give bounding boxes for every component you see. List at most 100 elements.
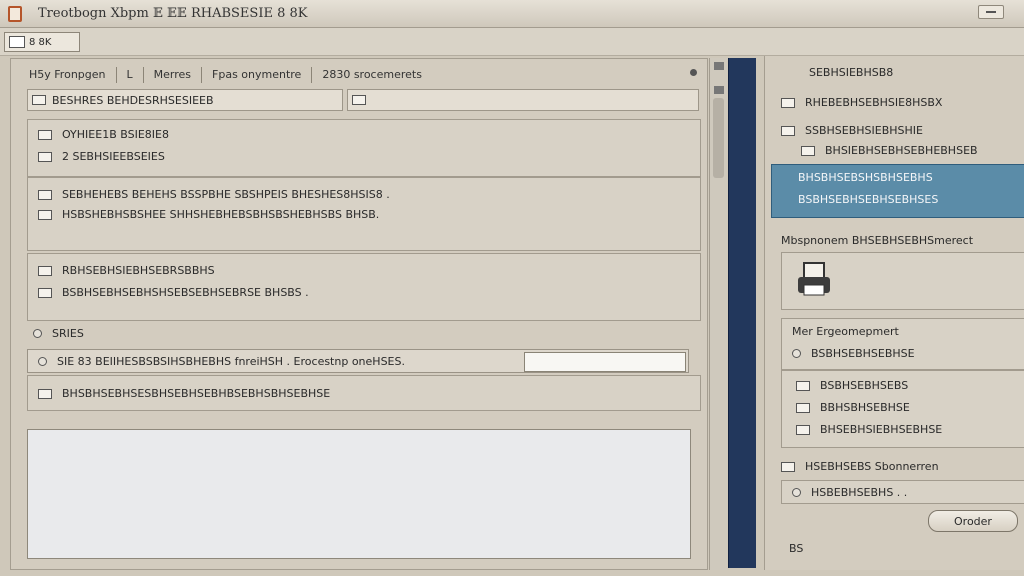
document-icon: [352, 95, 366, 105]
settings-group-2: SEBHEHEBS BEHEHS BSSPBHE SBSHPEIS BHESHE…: [27, 177, 701, 251]
toolbar-button[interactable]: 8 8K: [4, 32, 80, 52]
footer-text: BS: [789, 542, 804, 555]
merge-title-row: Mer Ergeomepmert: [792, 325, 899, 338]
tab-0[interactable]: H5y Fronpgen: [19, 67, 116, 83]
selected-label-1: BHSBHSEBSHSBHSEBHS: [798, 171, 933, 184]
merge-option-label: BSBHSEBHSEBHSE: [811, 347, 915, 360]
panel-header-text: SEBHSIEBHSB8: [809, 66, 894, 79]
text-input[interactable]: [524, 352, 686, 372]
vertical-scrollbar[interactable]: [709, 58, 727, 570]
list-item[interactable]: BBHSBHSEBHSE: [796, 401, 910, 414]
preview-box: [781, 252, 1024, 310]
divider-label: Mbspnonem BHSEBHSEBHSmerect: [781, 234, 973, 247]
selected-item[interactable]: BHSBHSEBSHSBHSEBHS BSBHSEBHSEBHSEBHSES: [771, 164, 1024, 218]
option-label: BSBHSEBHSEBHSHSEBSEBHSEBRSE BHSBS .: [62, 286, 309, 299]
tab-1[interactable]: L: [115, 67, 143, 83]
settings-group-3: RBHSEBHSIEBHSEBRSBBHS BSBHSEBHSEBHSHSEBS…: [27, 253, 701, 321]
section-row: SRIES: [33, 327, 84, 340]
toolbar-button-label: 8 8K: [29, 36, 52, 48]
item-icon: [801, 145, 815, 156]
settings-group-1: OYHIEE1B BSIE8IE8 2 SEBHSIEEBSEIES: [27, 119, 701, 177]
merge-group: Mer Ergeomepmert BSBHSEBHSEBHSE: [781, 318, 1024, 370]
tab-4[interactable]: 2830 srocemerets: [311, 67, 432, 83]
path-row: BESHRES BEHDESRHSESIEEB: [27, 89, 699, 111]
option-label: OYHIEE1B BSIE8IE8: [62, 128, 169, 141]
list-icon: [38, 287, 52, 298]
radio-icon[interactable]: [38, 356, 47, 366]
section2-label: HSEBHSEBS Sbonnerren: [805, 460, 939, 473]
list-icon: [796, 424, 810, 435]
option-row[interactable]: HSBSHEBHSBSHEE SHHSHEBHEBSBHSBSHEBHSBS B…: [38, 208, 379, 221]
item-icon: [781, 97, 795, 108]
main-panel: H5y Fronpgen L Merres Fpas onymentre 283…: [10, 58, 708, 570]
footer: BS: [789, 542, 803, 555]
list-icon: [796, 380, 810, 391]
option-label: RBHSEBHSIEBHSEBRSBBHS: [62, 264, 215, 277]
list-icon: [796, 402, 810, 413]
input-bar: SIE 83 BEIIHESBSBSIHSBHEBHS fnreiHSH . E…: [27, 349, 689, 373]
path-field[interactable]: [347, 89, 699, 111]
path-dropdown[interactable]: BESHRES BEHDESRHSESIEEB: [27, 89, 343, 111]
minimize-button[interactable]: [978, 5, 1004, 19]
section2-item: HSBEBHSEBHS . .: [792, 486, 907, 499]
radio-icon[interactable]: [792, 349, 801, 358]
printer-icon: [798, 262, 830, 296]
radio-icon[interactable]: [33, 329, 42, 338]
checkbox-icon[interactable]: [38, 189, 52, 200]
checkbox-label: BHSBHSEBHSESBHSEBHSEBHBSEBHSBHSEBHSE: [62, 387, 331, 400]
list-item-label: BSBHSEBHSEBS: [820, 379, 909, 392]
section2-row: HSEBHSEBS Sbonnerren: [781, 460, 939, 473]
option-row[interactable]: BSBHSEBHSEBHSHSEBSEBHSEBRSE BHSBS .: [38, 286, 309, 299]
checkbox-group: BHSBHSEBHSESBHSEBHSEBHBSEBHSBHSEBHSE: [27, 375, 701, 411]
panel-item[interactable]: SSBHSEBHSIEBHSHIE: [781, 124, 923, 137]
option-row[interactable]: RBHSEBHSIEBHSEBRSBBHS: [38, 264, 215, 277]
checkbox-icon[interactable]: [38, 129, 52, 140]
list-item[interactable]: BHSEBHSIEBHSEBHSE: [796, 423, 942, 436]
section2-item-label: HSBEBHSEBHS . .: [811, 486, 908, 499]
toolbar: 8 8K: [0, 28, 1024, 56]
window-icon: [9, 36, 25, 48]
list-item-label: BHSEBHSIEBHSEBHSE: [820, 423, 943, 436]
option-row[interactable]: SEBHEHEBS BEHEHS BSSPBHE SBSHPEIS BHESHE…: [38, 188, 390, 201]
tab-2[interactable]: Merres: [142, 67, 201, 83]
app-icon: [8, 5, 22, 22]
scroll-thumb[interactable]: [713, 98, 724, 178]
input-label: SIE 83 BEIIHESBSBSIHSBHEBHS fnreiHSH . E…: [57, 354, 405, 368]
checkbox-icon[interactable]: [38, 388, 52, 399]
item-icon: [781, 125, 795, 136]
radio-icon[interactable]: [792, 488, 801, 497]
splitter-bar[interactable]: [728, 58, 756, 568]
panel-item[interactable]: BHSIEBHSEBHSEBHEBHSEB: [801, 144, 978, 157]
path-left-text: BESHRES BEHDESRHSESIEEB: [52, 93, 214, 107]
option-row[interactable]: 2 SEBHSIEEBSEIES: [38, 150, 165, 163]
folder-icon: [32, 95, 46, 105]
list-item[interactable]: BSBHSEBHSEBS: [796, 379, 908, 392]
checkbox-row[interactable]: BHSBHSEBHSESBHSEBHSEBHBSEBHSBHSEBHSE: [38, 387, 330, 400]
divider-label-text: Mbspnonem BHSEBHSEBHSmerect: [781, 234, 974, 247]
list-item-label: BBHSBHSEBHSE: [820, 401, 910, 414]
section2-field[interactable]: HSBEBHSEBHS . .: [781, 480, 1024, 504]
close-icon[interactable]: [690, 69, 697, 76]
list-group: BSBHSEBHSEBS BBHSBHSEBHSE BHSEBHSIEBHSEB…: [781, 370, 1024, 448]
merge-title: Mer Ergeomepmert: [792, 325, 899, 338]
panel-item[interactable]: RHEBEBHSEBHSIE8HSBX: [781, 96, 942, 109]
section-label: SRIES: [52, 327, 84, 340]
tab-3[interactable]: Fpas onymentre: [201, 67, 311, 83]
option-label: SEBHEHEBS BEHEHS BSSPBHE SBSHPEIS BHESHE…: [62, 188, 390, 201]
checkbox-icon[interactable]: [38, 151, 52, 162]
section-icon: [781, 461, 795, 472]
title-bar: Treotbogn Xbpm 𝔼 𝔼𝔼 RHABSESIE 8 8K: [0, 0, 1024, 28]
panel-item-label: SSBHSEBHSIEBHSHIE: [805, 124, 923, 137]
merge-option[interactable]: BSBHSEBHSEBHSE: [792, 347, 915, 360]
selected-line: BHSBHSEBSHSBHSEBHS: [798, 171, 933, 184]
scroll-down-icon[interactable]: [714, 86, 724, 94]
option-row[interactable]: OYHIEE1B BSIE8IE8: [38, 128, 169, 141]
checkbox-icon[interactable]: [38, 209, 52, 220]
scroll-up-icon[interactable]: [714, 62, 724, 70]
ok-button[interactable]: Oroder: [928, 510, 1018, 532]
selected-line: BSBHSEBHSEBHSEBHSES: [798, 193, 938, 206]
option-label: HSBSHEBHSBSHEE SHHSHEBHEBSBHSBSHEBHSBS B…: [62, 208, 380, 221]
text-editor-area[interactable]: [27, 429, 691, 559]
option-label: 2 SEBHSIEEBSEIES: [62, 150, 165, 163]
panel-header: SEBHSIEBHSB8: [809, 66, 893, 79]
